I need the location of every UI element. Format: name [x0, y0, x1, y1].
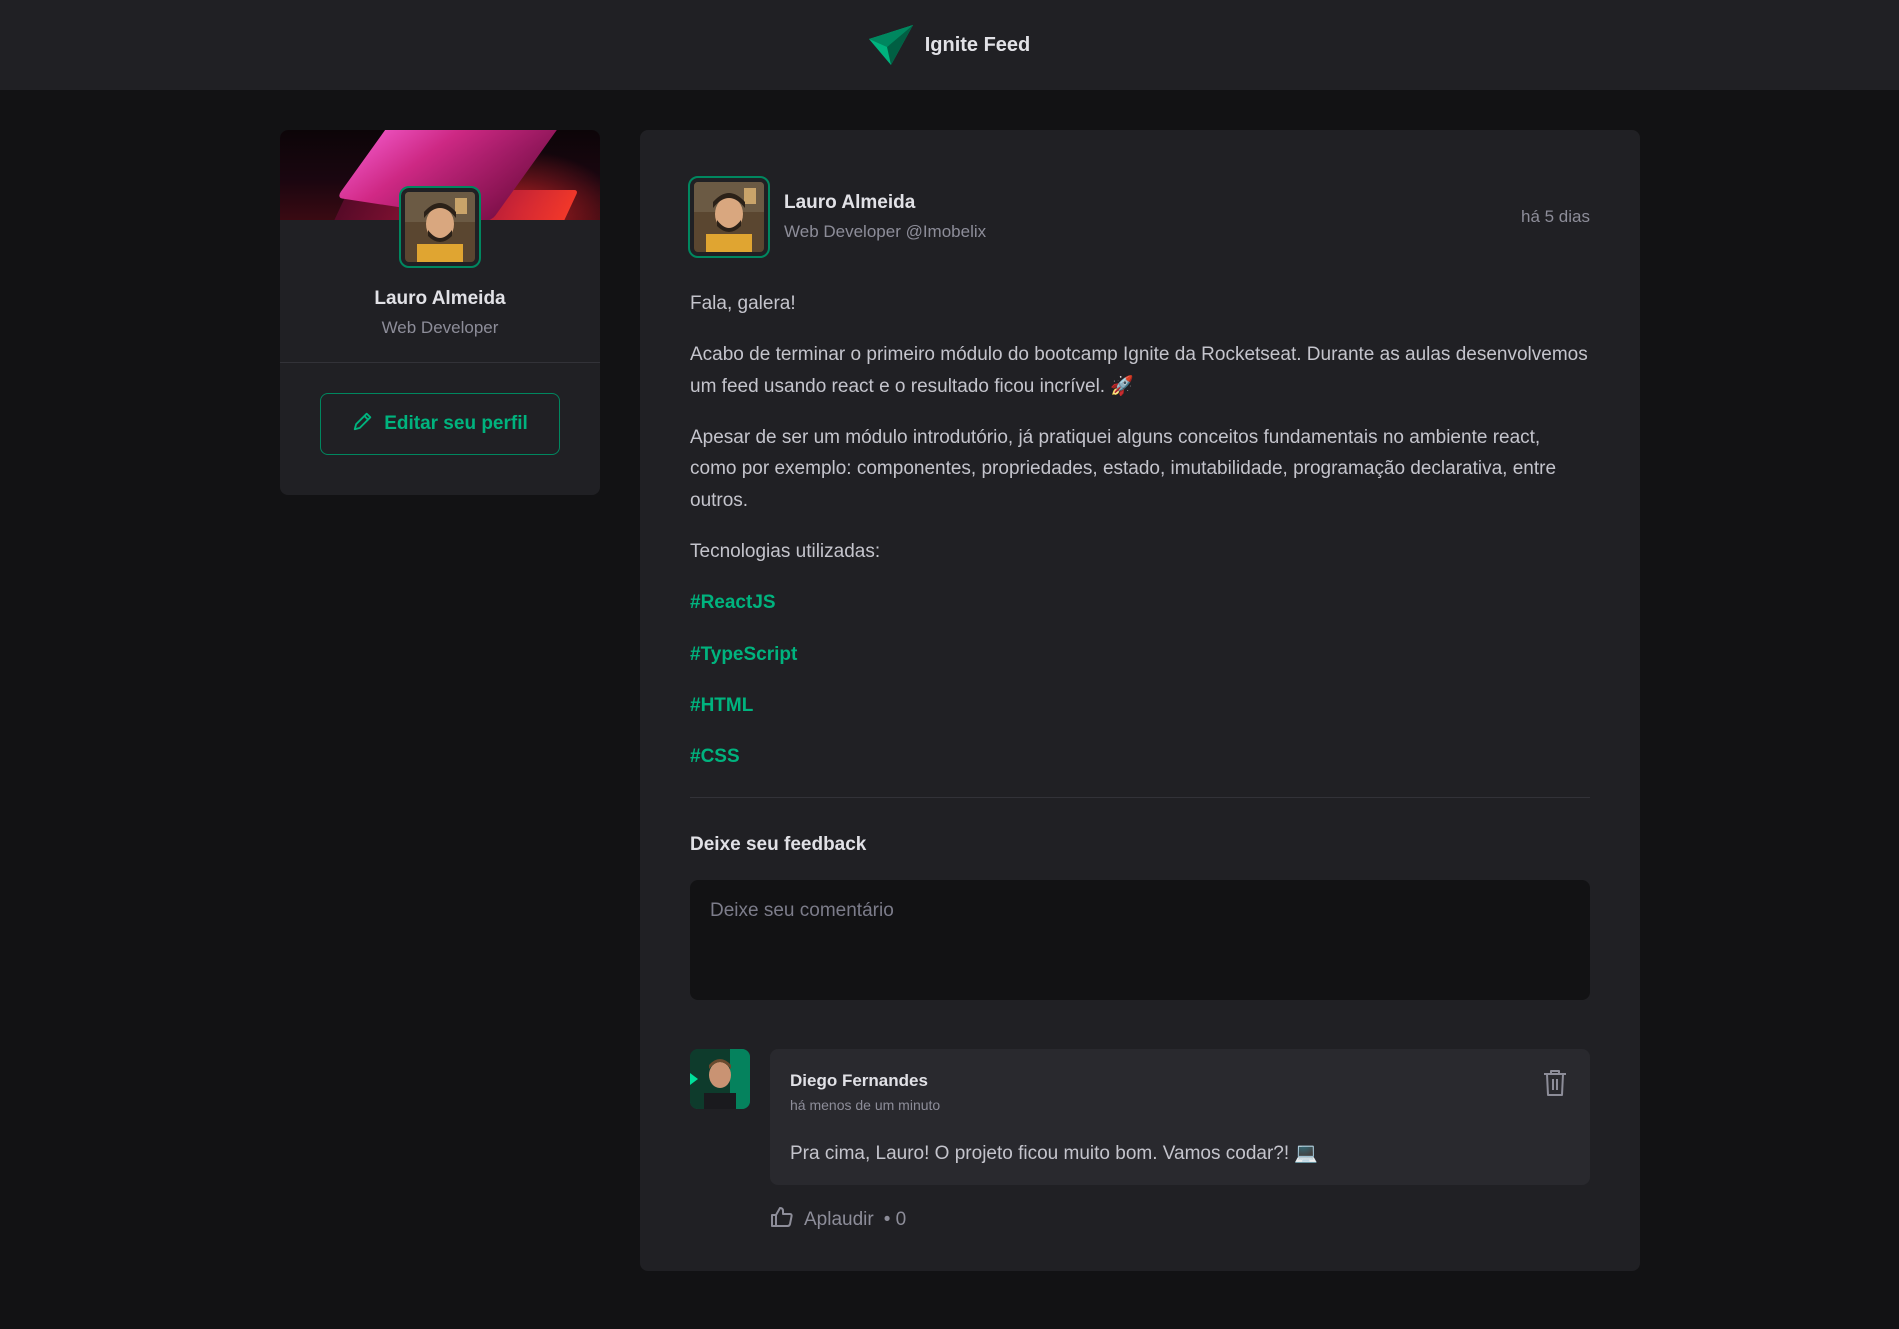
profile-role: Web Developer — [381, 318, 499, 337]
post-content: Fala, galera! Acabo de terminar o primei… — [690, 288, 1590, 773]
hashtag-link[interactable]: #ReactJS — [690, 587, 1590, 618]
post-paragraph: Acabo de terminar o primeiro módulo do b… — [690, 344, 1588, 397]
applaud-button[interactable]: Aplaudir • 0 — [770, 1205, 906, 1235]
app-header: Ignite Feed — [0, 0, 1899, 90]
post-paragraph: Tecnologias utilizadas: — [690, 541, 881, 563]
applaud-count: • 0 — [883, 1208, 907, 1230]
feedback-title: Deixe seu feedback — [690, 833, 867, 855]
comment: Diego Fernandes há menos de um minuto Pr… — [690, 1048, 1590, 1235]
comment-text: Pra cima, Lauro! O projeto ficou muito b… — [790, 1142, 1319, 1164]
applaud-label: Aplaudir — [804, 1208, 874, 1230]
app-title: Ignite Feed — [924, 33, 1031, 56]
post-author-avatar[interactable] — [688, 176, 770, 258]
comment-author-name: Diego Fernandes — [790, 1070, 928, 1090]
hashtag-link[interactable]: #HTML — [690, 690, 1590, 721]
hashtag-link[interactable]: #TypeScript — [690, 639, 1590, 670]
avatar[interactable] — [399, 186, 481, 268]
paper-plane-logo-icon — [868, 25, 913, 65]
post-timestamp: há 5 dias — [1521, 207, 1590, 226]
edit-profile-label: Editar seu perfil — [384, 413, 528, 434]
comment-input[interactable] — [690, 879, 1590, 1000]
divider — [690, 796, 1590, 798]
profile-name: Lauro Almeida — [374, 288, 506, 309]
post: Lauro Almeida Web Developer @Imobelix há… — [640, 130, 1640, 1271]
pencil-icon — [352, 410, 374, 438]
delete-comment-button[interactable] — [1542, 1069, 1568, 1097]
post-paragraph: Fala, galera! — [690, 293, 796, 314]
post-paragraph: Apesar de ser um módulo introdutório, já… — [690, 427, 1557, 511]
comment-timestamp: há menos de um minuto — [790, 1096, 941, 1113]
post-author-role: Web Developer @Imobelix — [784, 222, 987, 241]
hashtag-link[interactable]: #CSS — [690, 741, 1590, 772]
post-author-name: Lauro Almeida — [784, 192, 916, 213]
profile-sidebar: Lauro Almeida Web Developer Editar seu p… — [280, 130, 600, 495]
edit-profile-button[interactable]: Editar seu perfil — [320, 393, 560, 455]
comment-box: Diego Fernandes há menos de um minuto Pr… — [770, 1048, 1590, 1185]
comment-author-avatar[interactable] — [690, 1048, 750, 1109]
thumbs-up-icon — [770, 1205, 794, 1235]
trash-icon — [1542, 1069, 1568, 1100]
